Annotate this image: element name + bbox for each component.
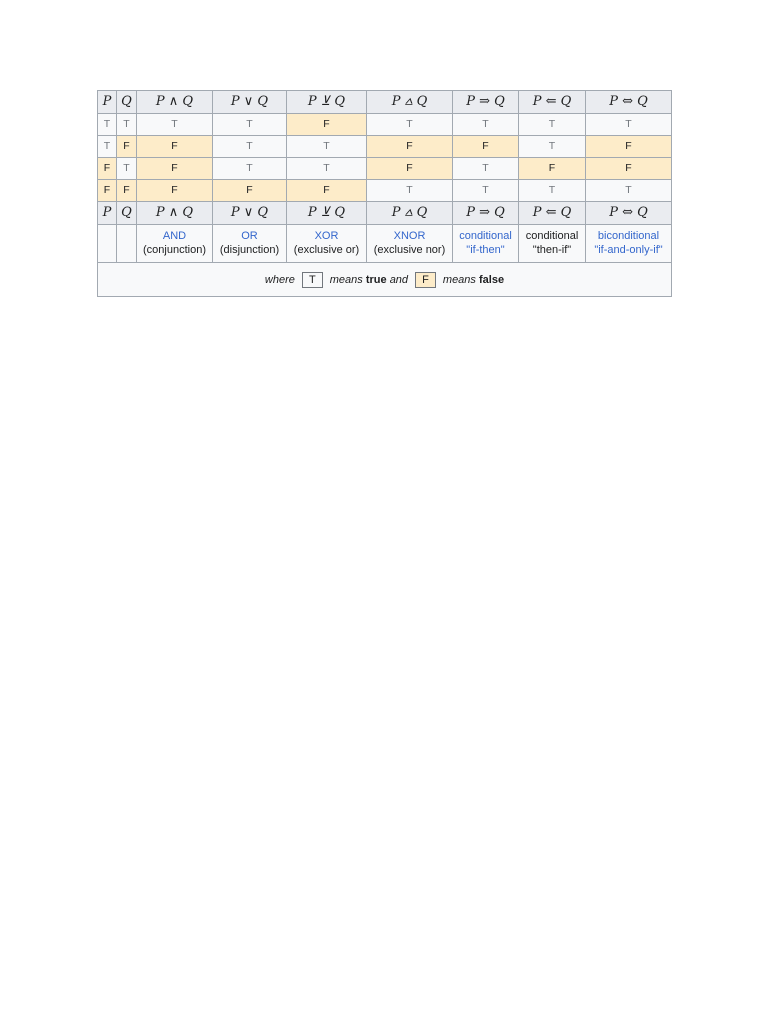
truth-cell: F	[136, 135, 213, 158]
header-p: P	[97, 201, 117, 225]
table-row: T T T T F T T T T	[97, 113, 672, 136]
table-row: F F F F F T T T T	[97, 179, 672, 202]
truth-cell: T	[452, 157, 519, 180]
header-q: Q	[116, 201, 137, 225]
header-row-bottom: P Q P ∧ Q P ∨ Q P ⊻ Q P ⩟ Q P ⇒ Q P ⇐ Q …	[97, 201, 672, 225]
header-implies: P ⇒ Q	[452, 90, 519, 114]
operation-desc: (disjunction)	[219, 243, 280, 256]
truth-cell: T	[585, 179, 672, 202]
legend-false-box: F	[415, 271, 436, 288]
truth-cell: T	[116, 157, 137, 180]
truth-cell: F	[116, 179, 137, 202]
legend-row: where T means true and F means false	[97, 262, 672, 297]
header-xor: P ⊻ Q	[286, 90, 367, 114]
header-implies: P ⇒ Q	[452, 201, 519, 225]
truth-cell: T	[585, 113, 672, 136]
legend-where: where	[264, 273, 295, 286]
header-iff: P ⇔ Q	[585, 201, 672, 225]
truth-cell: T	[518, 135, 586, 158]
header-converse: P ⇐ Q	[518, 90, 586, 114]
operation-converse: conditional "then-if"	[518, 224, 586, 263]
legend-and: and	[389, 273, 409, 286]
operation-name-link[interactable]: AND	[137, 230, 212, 243]
legend: where T means true and F means false	[97, 262, 672, 297]
legend-true-word: true	[365, 273, 387, 286]
operation-name: conditional	[525, 230, 579, 243]
header-or: P ∨ Q	[212, 90, 287, 114]
header-iff: P ⇔ Q	[585, 90, 672, 114]
truth-table: P Q P ∧ Q P ∨ Q P ⊻ Q P ⩟ Q P ⇒ Q P ⇐ Q …	[97, 90, 672, 297]
truth-cell: T	[116, 113, 137, 136]
truth-cell: F	[585, 135, 672, 158]
header-and: P ∧ Q	[136, 90, 213, 114]
operation-or: OR (disjunction)	[212, 224, 287, 263]
operation-name-link[interactable]: OR	[213, 230, 286, 243]
truth-cell: T	[286, 157, 367, 180]
truth-cell: T	[97, 135, 117, 158]
header-xnor: P ⩟ Q	[366, 90, 453, 114]
operation-xor: XOR (exclusive or)	[286, 224, 367, 263]
operation-xnor: XNOR (exclusive nor)	[366, 224, 453, 263]
operation-and: AND (conjunction)	[136, 224, 213, 263]
empty-cell	[116, 224, 137, 263]
table-row: F T F T T F T F F	[97, 157, 672, 180]
operation-desc-link[interactable]: "if-then"	[453, 244, 518, 257]
truth-cell: T	[366, 113, 453, 136]
table-row: T F F T T F F T F	[97, 135, 672, 158]
header-p: P	[97, 90, 117, 114]
truth-cell: T	[366, 179, 453, 202]
operation-biconditional: biconditional "if-and-only-if"	[585, 224, 672, 263]
header-row-top: P Q P ∧ Q P ∨ Q P ⊻ Q P ⩟ Q P ⇒ Q P ⇐ Q …	[97, 90, 672, 114]
truth-cell: F	[212, 179, 287, 202]
header-or: P ∨ Q	[212, 201, 287, 225]
header-and: P ∧ Q	[136, 201, 213, 225]
truth-cell: F	[136, 157, 213, 180]
legend-means: means	[442, 273, 476, 286]
truth-cell: T	[97, 113, 117, 136]
truth-cell: F	[116, 135, 137, 158]
header-xor: P ⊻ Q	[286, 201, 367, 225]
operation-name-link[interactable]: XNOR	[367, 230, 452, 243]
operation-name-link[interactable]: conditional	[453, 230, 518, 243]
truth-cell: F	[585, 157, 672, 180]
truth-cell: T	[212, 157, 287, 180]
header-xnor: P ⩟ Q	[366, 201, 453, 225]
header-q: Q	[116, 90, 137, 114]
operation-name-link[interactable]: biconditional	[586, 230, 671, 243]
truth-cell: T	[518, 113, 586, 136]
operation-desc: (conjunction)	[143, 243, 206, 256]
truth-cell: F	[286, 113, 367, 136]
operation-desc: (exclusive or)	[293, 243, 360, 256]
truth-cell: T	[518, 179, 586, 202]
operation-desc: "then-if"	[532, 243, 572, 256]
truth-cell: F	[366, 135, 453, 158]
header-converse: P ⇐ Q	[518, 201, 586, 225]
legend-means: means	[329, 273, 363, 286]
truth-cell: F	[97, 179, 117, 202]
truth-cell: F	[452, 135, 519, 158]
truth-cell: F	[286, 179, 367, 202]
truth-cell: T	[212, 135, 287, 158]
truth-cell: T	[286, 135, 367, 158]
operation-conditional: conditional "if-then"	[452, 224, 519, 263]
truth-cell: F	[136, 179, 213, 202]
truth-cell: F	[97, 157, 117, 180]
operation-names-row: AND (conjunction) OR (disjunction) XOR (…	[97, 224, 672, 263]
truth-cell: T	[212, 113, 287, 136]
truth-table-container: P Q P ∧ Q P ∨ Q P ⊻ Q P ⩟ Q P ⇒ Q P ⇐ Q …	[97, 90, 672, 297]
truth-cell: F	[366, 157, 453, 180]
operation-desc: (exclusive nor)	[373, 243, 446, 256]
legend-true-box: T	[301, 271, 323, 288]
operation-name-link[interactable]: XOR	[287, 230, 366, 243]
truth-cell: F	[518, 157, 586, 180]
empty-cell	[97, 224, 117, 263]
operation-desc-link[interactable]: "if-and-only-if"	[586, 244, 671, 257]
truth-cell: T	[136, 113, 213, 136]
truth-cell: T	[452, 113, 519, 136]
truth-cell: T	[452, 179, 519, 202]
legend-false-word: false	[479, 273, 505, 286]
